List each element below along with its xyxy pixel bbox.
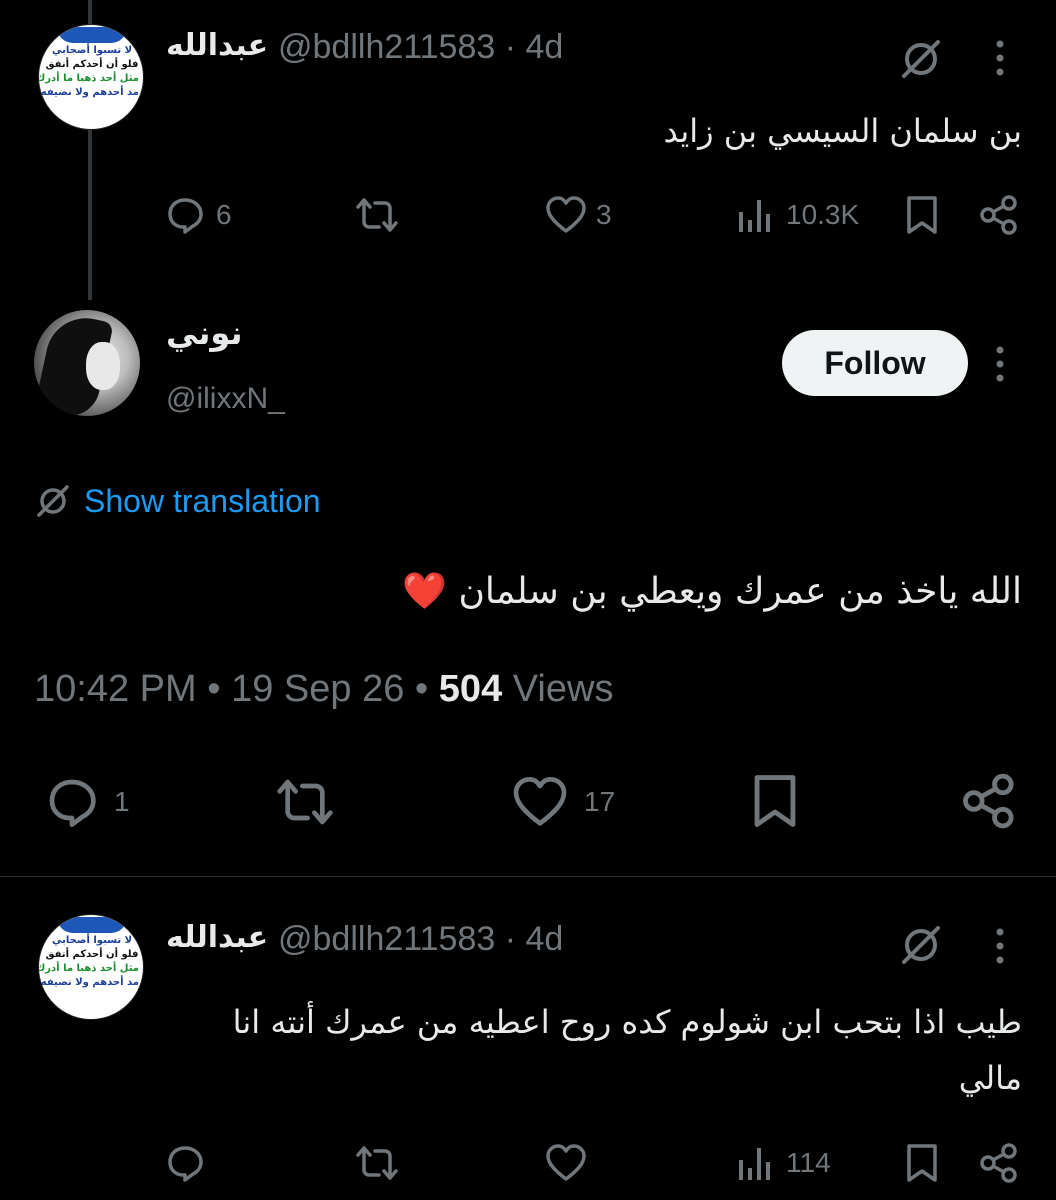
tweet-text: بن سلمان السيسي بن زايد — [663, 112, 1022, 150]
translate-icon — [37, 485, 69, 517]
retweet-button[interactable] — [272, 774, 338, 830]
avatar[interactable] — [34, 310, 140, 416]
reply-button[interactable]: 1 — [44, 774, 130, 830]
avatar-text: مثل أحد ذهبا ما أدرك — [38, 73, 139, 84]
avatar-text: مد أحدهم ولا نصيفه — [40, 87, 139, 98]
share-button[interactable] — [978, 1142, 1020, 1184]
like-button[interactable] — [544, 1142, 588, 1184]
share-icon — [980, 195, 1017, 235]
avatar-banner — [57, 917, 127, 933]
post-time: · 4d — [504, 920, 564, 958]
bookmark-button[interactable] — [904, 1142, 940, 1184]
more-icon[interactable] — [988, 38, 1012, 82]
grok-icon[interactable] — [898, 922, 944, 972]
tweet-text: الله ياخذ من عمرك ويعطي بن سلمان ❤️ — [402, 571, 1022, 612]
more-icon[interactable] — [988, 926, 1012, 970]
avatar[interactable]: لا تسبوا أصحابي فلو أن أحدكم أنفق مثل أح… — [38, 24, 144, 130]
tweet-divider — [0, 876, 1056, 877]
retweet-icon — [356, 1146, 398, 1180]
avatar-text: لا تسبوا أصحابي — [51, 935, 133, 946]
share-icon — [963, 773, 1014, 829]
display-name[interactable]: عبدالله — [166, 28, 268, 63]
bookmark-button[interactable] — [750, 772, 800, 830]
reply-icon — [49, 779, 96, 827]
avatar-face — [86, 342, 120, 390]
user-handle[interactable]: @ilixxN_ — [166, 382, 285, 416]
retweet-icon — [356, 198, 398, 232]
reply-button[interactable] — [164, 1142, 206, 1184]
reply-icon — [168, 1146, 203, 1182]
user-handle[interactable]: @bdllh211583 · 4d — [278, 28, 563, 67]
tweet-text: طيب اذا بتحب ابن شولوم كده روح اعطيه من … — [232, 1003, 1022, 1097]
avatar[interactable]: لا تسبوا أصحابي فلو أن أحدكم أنفق مثل أح… — [38, 914, 144, 1020]
display-name[interactable]: عبدالله — [166, 920, 268, 955]
bookmark-button[interactable] — [904, 194, 940, 236]
views-button[interactable]: 114 — [736, 1142, 831, 1184]
retweet-icon — [277, 779, 333, 825]
reply-icon — [168, 198, 203, 234]
avatar-text: مثل أحد ذهبا ما أدرك — [38, 963, 139, 974]
user-handle[interactable]: @bdllh211583 · 4d — [278, 920, 563, 959]
like-count: 3 — [596, 199, 612, 230]
timestamp[interactable]: 10:42 PM — [34, 668, 197, 710]
follow-button[interactable]: Follow — [782, 330, 968, 396]
reply-count: 1 — [114, 786, 130, 817]
bookmark-icon — [754, 775, 796, 827]
reply-button[interactable]: 6 — [164, 194, 232, 236]
post-date[interactable]: 19 Sep 26 — [231, 668, 404, 710]
like-button[interactable]: 17 — [510, 774, 615, 830]
tweet-meta: 10:42 PM • 19 Sep 26 • 504 Views — [34, 668, 614, 710]
views-label[interactable]: Views — [513, 668, 614, 710]
display-name[interactable]: نوني — [166, 314, 242, 352]
like-count: 17 — [584, 786, 616, 817]
views-icon — [739, 1148, 770, 1180]
share-icon — [980, 1143, 1017, 1183]
show-translation-label: Show translation — [84, 482, 321, 519]
views-count: 114 — [786, 1147, 831, 1178]
like-icon — [546, 196, 586, 233]
avatar-text: لا تسبوا أصحابي — [51, 45, 133, 56]
like-icon — [513, 777, 567, 826]
retweet-button[interactable] — [354, 194, 400, 236]
retweet-button[interactable] — [354, 1142, 400, 1184]
bookmark-icon — [907, 1144, 937, 1182]
avatar-text: فلو أن أحدكم أنفق — [45, 59, 139, 70]
show-translation-link[interactable]: Show translation — [34, 482, 321, 520]
views-icon — [739, 200, 770, 232]
handle-text: @bdllh211583 — [278, 28, 496, 66]
like-button[interactable]: 3 — [544, 194, 612, 236]
views-button[interactable]: 10.3K — [736, 194, 859, 236]
bookmark-icon — [907, 196, 937, 234]
more-icon[interactable] — [988, 344, 1012, 388]
avatar-text: مد أحدهم ولا نصيفه — [40, 977, 139, 988]
avatar-text: فلو أن أحدكم أنفق — [45, 949, 139, 960]
grok-icon[interactable] — [898, 36, 944, 86]
reply-count: 6 — [216, 199, 232, 230]
avatar-banner — [57, 27, 127, 43]
share-button[interactable] — [978, 194, 1020, 236]
post-time: · 4d — [504, 28, 564, 66]
share-button[interactable] — [960, 772, 1018, 830]
handle-text: @bdllh211583 — [278, 920, 496, 958]
views-count: 504 — [438, 668, 503, 710]
views-count: 10.3K — [786, 199, 860, 230]
like-icon — [546, 1144, 586, 1181]
